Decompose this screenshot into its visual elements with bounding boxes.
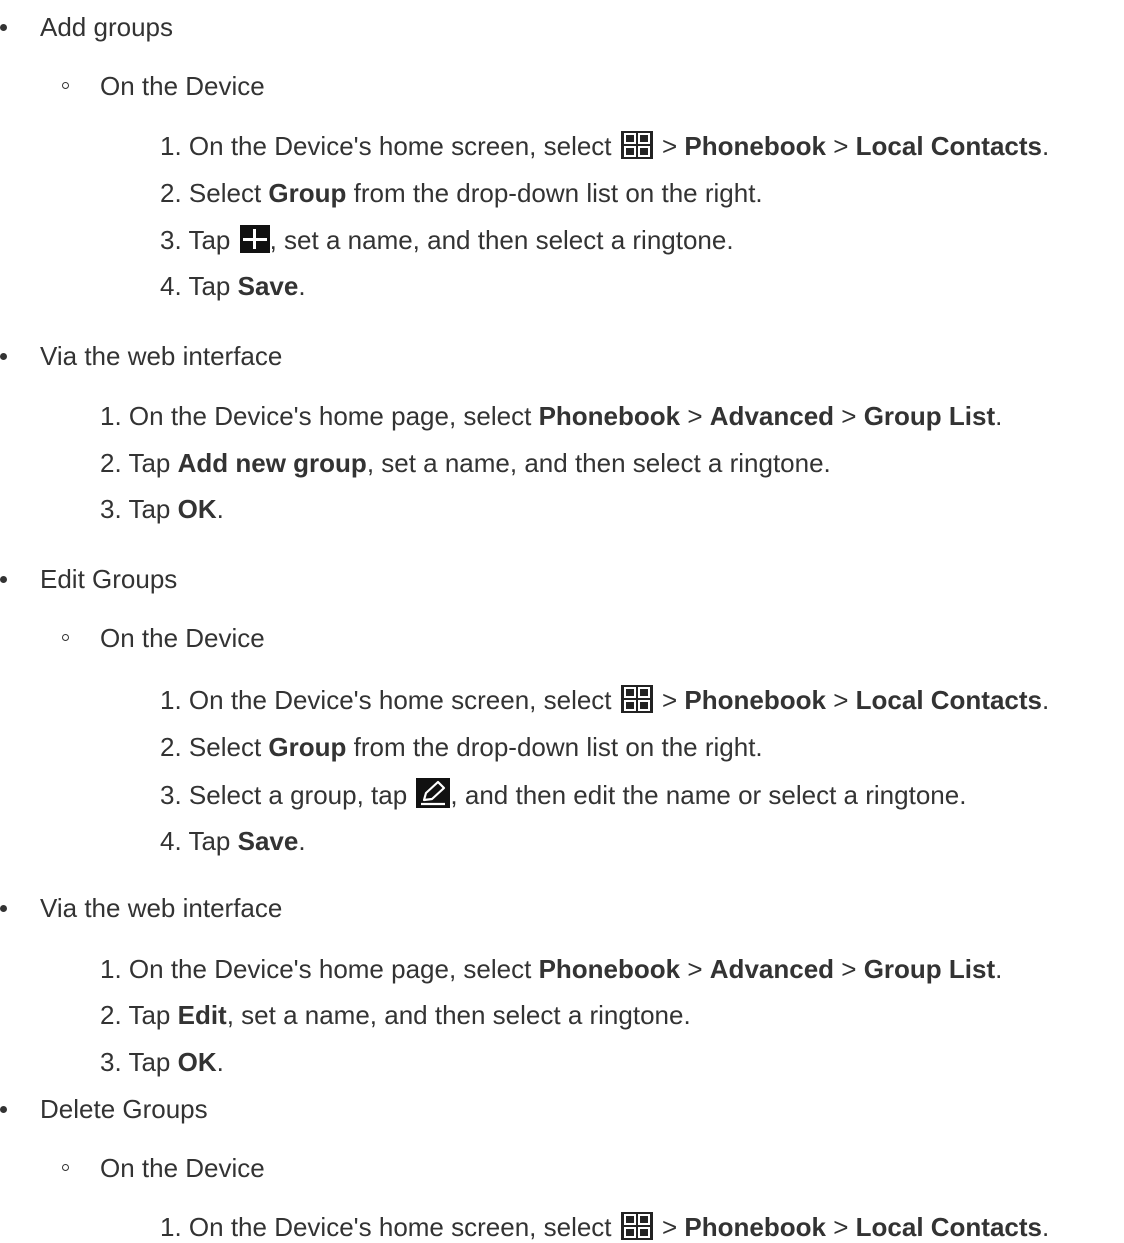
list-item: 3. Tap OK. — [100, 1047, 224, 1077]
circle-bullet — [62, 82, 69, 89]
circle-bullet — [62, 634, 69, 641]
grid-menu-icon — [620, 131, 653, 159]
subsection-web-interface: Via the web interface — [0, 892, 282, 924]
list-item: 2. Select Group from the drop-down list … — [160, 178, 763, 208]
bullet — [0, 576, 7, 583]
list-item: 2. Tap Edit, set a name, and then select… — [100, 1000, 691, 1030]
add-icon — [239, 225, 270, 253]
bullet — [0, 905, 7, 912]
edit-icon — [416, 778, 451, 808]
section-title-delete-groups: Delete Groups — [0, 1093, 208, 1125]
list-item: 1. On the Device's home page, select Pho… — [100, 401, 1003, 431]
list-item: 2. Tap Add new group, set a name, and th… — [100, 448, 831, 478]
list-item: 3. Tap , set a name, and then select a r… — [160, 225, 734, 255]
list-item: 1. On the Device's home screen, select >… — [160, 131, 1050, 161]
circle-bullet — [62, 1164, 69, 1171]
subsection-web-interface: Via the web interface — [0, 340, 282, 372]
list-item: 1. On the Device's home screen, select >… — [160, 1212, 1050, 1242]
section-title-edit-groups: Edit Groups — [0, 563, 177, 595]
list-item: 3. Tap OK. — [100, 494, 224, 524]
list-item: 3. Select a group, tap , and then edit t… — [160, 778, 967, 810]
bullet — [0, 1106, 7, 1113]
bullet — [0, 24, 7, 31]
list-item: 4. Tap Save. — [160, 271, 306, 301]
list-item: 4. Tap Save. — [160, 826, 306, 856]
bullet — [0, 353, 7, 360]
list-item: 1. On the Device's home screen, select >… — [160, 685, 1050, 715]
subsection-on-device: On the Device — [62, 1152, 265, 1184]
subsection-on-device: On the Device — [62, 622, 265, 654]
section-title-add-groups: Add groups — [0, 11, 173, 43]
grid-menu-icon — [620, 685, 653, 713]
list-item: 2. Select Group from the drop-down list … — [160, 732, 763, 762]
list-item: 1. On the Device's home page, select Pho… — [100, 954, 1003, 984]
subsection-on-device: On the Device — [62, 70, 265, 102]
grid-menu-icon — [620, 1212, 653, 1240]
